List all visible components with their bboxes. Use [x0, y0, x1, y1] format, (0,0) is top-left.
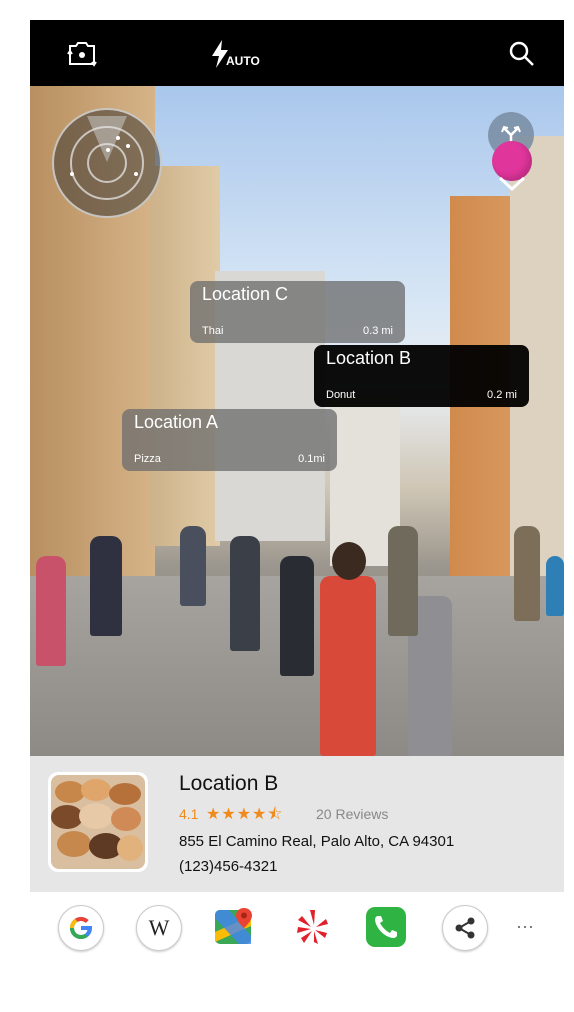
pedestrian	[90, 536, 122, 636]
ar-label-category: Pizza	[134, 453, 161, 465]
chevron-down-icon[interactable]	[498, 176, 526, 192]
flash-mode-label: AUTO	[226, 54, 260, 68]
rating-value: 4.1	[179, 806, 199, 822]
pedestrian	[546, 556, 564, 616]
place-phone[interactable]: (123)456-4321	[179, 858, 277, 875]
camera-toolbar: AUTO	[30, 20, 564, 86]
share-button[interactable]	[442, 905, 488, 951]
pedestrian-head	[332, 542, 366, 580]
radar-minimap[interactable]	[52, 108, 162, 218]
reviews-link[interactable]: 20 Reviews	[316, 806, 388, 822]
ar-label-location-b[interactable]: Location B Donut 0.2 mi	[314, 345, 529, 407]
pedestrian	[230, 536, 260, 651]
pedestrian	[280, 556, 314, 676]
place-name: Location B	[179, 772, 279, 795]
search-icon	[509, 41, 534, 66]
radar-poi-dot	[106, 148, 110, 152]
ar-label-category: Donut	[326, 389, 356, 401]
google-button[interactable]	[58, 905, 104, 951]
more-options-button[interactable]: ···	[516, 916, 534, 937]
place-photo	[48, 772, 148, 872]
ar-label-name: Location A	[134, 412, 219, 432]
maps-button[interactable]	[212, 905, 256, 949]
ar-label-location-a[interactable]: Location A Pizza 0.1mi	[122, 409, 337, 471]
phone-icon	[366, 907, 406, 947]
app-shortcut-bar: W ···	[30, 892, 564, 970]
user-location-marker[interactable]	[492, 141, 532, 181]
ar-label-location-c[interactable]: Location C Thai 0.3 mi	[190, 281, 405, 343]
radar-poi-dot	[116, 136, 120, 140]
google-icon	[70, 917, 92, 939]
wikipedia-button[interactable]: W	[136, 905, 182, 951]
camera-flip-icon	[67, 42, 97, 67]
search-button[interactable]	[502, 34, 542, 74]
pedestrian	[388, 526, 418, 636]
building-left-2	[150, 166, 220, 546]
radar-poi-dot	[134, 172, 138, 176]
pedestrian	[36, 556, 66, 666]
ar-label-category: Thai	[202, 325, 224, 337]
radar-poi-dot	[126, 144, 130, 148]
pedestrian	[514, 526, 540, 621]
ar-label-name: Location C	[202, 284, 289, 304]
phone-screen: AUTO Location C Thai 0.3 mi Location B D…	[30, 20, 564, 970]
ar-label-distance: 0.3 mi	[363, 325, 393, 337]
place-address[interactable]: 855 El Camino Real, Palo Alto, CA 94301	[179, 833, 454, 850]
camera-flip-button[interactable]	[62, 34, 102, 74]
radar-poi-dot	[70, 172, 74, 176]
share-icon	[455, 917, 475, 939]
pedestrian	[320, 576, 376, 756]
yelp-icon	[297, 910, 328, 944]
maps-icon	[215, 908, 252, 944]
pedestrian	[180, 526, 206, 606]
place-detail-card[interactable]: Location B 4.1 ★★★★⯪ 20 Reviews 855 El C…	[30, 756, 564, 892]
ar-label-distance: 0.1mi	[298, 453, 325, 465]
yelp-button[interactable]	[290, 905, 334, 949]
camera-viewfinder[interactable]: Location C Thai 0.3 mi Location B Donut …	[30, 86, 564, 756]
ar-label-distance: 0.2 mi	[487, 389, 517, 401]
ar-label-name: Location B	[326, 348, 412, 368]
wikipedia-icon: W	[148, 915, 170, 940]
phone-call-button[interactable]	[364, 905, 408, 949]
rating-stars: ★★★★⯪	[206, 806, 284, 823]
